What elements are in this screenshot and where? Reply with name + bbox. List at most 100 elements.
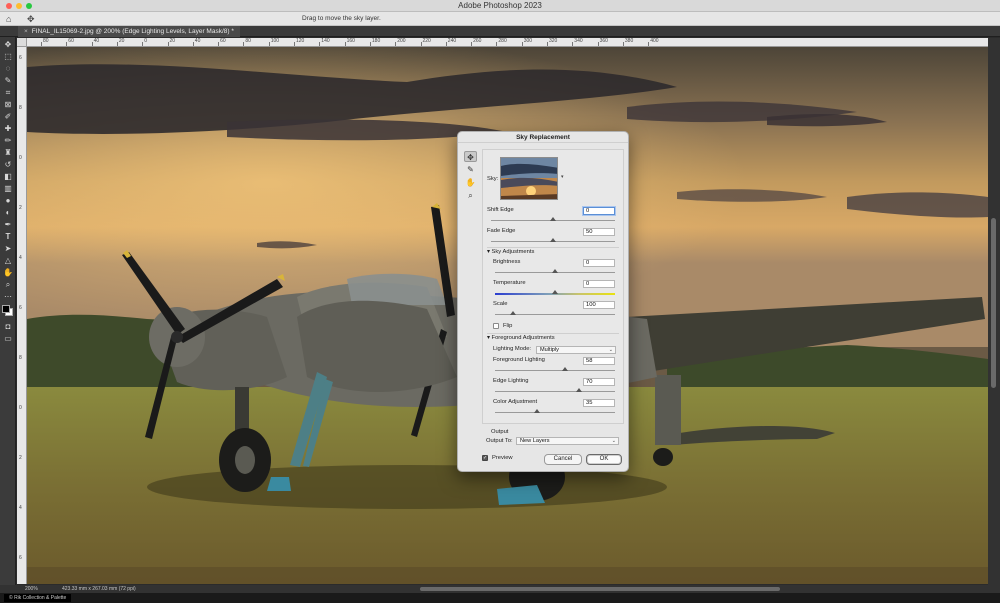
- scale-slider[interactable]: [495, 311, 615, 315]
- color-adjustment-knob[interactable]: [534, 409, 540, 413]
- foreground-lighting-slider[interactable]: [495, 367, 615, 371]
- dodge-icon[interactable]: ◐: [3, 208, 13, 218]
- more-icon[interactable]: ⋯: [3, 292, 13, 302]
- foreground-lighting-input[interactable]: 58: [583, 357, 615, 365]
- temperature-label: Temperature: [493, 280, 526, 286]
- sky-move-tool-icon[interactable]: ✥: [464, 151, 477, 162]
- scale-knob[interactable]: [510, 311, 516, 315]
- type-icon[interactable]: T: [3, 232, 13, 242]
- edge-lighting-slider[interactable]: [495, 388, 615, 392]
- shift-edge-input[interactable]: 0: [583, 207, 615, 215]
- lighting-mode-select[interactable]: Multiply ⌄: [536, 346, 616, 354]
- window-title: Adobe Photoshop 2023: [458, 1, 542, 10]
- foreground-lighting-knob[interactable]: [561, 367, 568, 371]
- output-to-label: Output To:: [486, 438, 513, 444]
- ruler-tick-label: 8: [19, 105, 22, 111]
- ok-button[interactable]: OK: [586, 454, 622, 465]
- marquee-icon[interactable]: ⬚: [3, 52, 13, 62]
- zoom-icon[interactable]: ⌕: [464, 190, 477, 201]
- ruler-tick-label: 400: [650, 38, 659, 44]
- temperature-knob[interactable]: [552, 290, 558, 294]
- eyedropper-icon[interactable]: ✐: [3, 112, 13, 122]
- brush-icon[interactable]: ✏: [3, 136, 13, 146]
- close-tab-icon[interactable]: ×: [24, 28, 28, 35]
- edge-lighting-label: Edge Lighting: [493, 378, 529, 384]
- color-adjustment-slider[interactable]: [495, 409, 615, 413]
- screen-mode-icon[interactable]: ▭: [3, 334, 13, 344]
- ruler-tick-label: 140: [321, 38, 330, 44]
- dialog-tools: ✥ ✎ ✋ ⌕: [464, 151, 478, 203]
- path-select-icon[interactable]: ➤: [3, 244, 13, 254]
- ruler-tick-label: 360: [599, 38, 608, 44]
- vertical-scroll-thumb[interactable]: [991, 218, 996, 388]
- window-controls: [6, 3, 32, 9]
- temperature-slider[interactable]: [495, 290, 615, 295]
- ruler-tick-label: 2: [19, 455, 22, 461]
- lighting-mode-label: Lighting Mode:: [493, 346, 532, 352]
- sky-replacement-dialog: Sky Replacement ✥ ✎ ✋ ⌕ Sky: ▾ Shift Edg…: [457, 131, 629, 472]
- ruler-tick-label: 340: [574, 38, 583, 44]
- move-tool-icon[interactable]: ✥: [3, 40, 13, 50]
- pen-icon[interactable]: ✒: [3, 220, 13, 230]
- brightness-knob[interactable]: [552, 269, 558, 273]
- sky-thumbnail-image: [501, 158, 557, 199]
- zoom-icon[interactable]: ⌕: [3, 280, 13, 290]
- sky-label: Sky:: [487, 176, 499, 182]
- shift-edge-label: Shift Edge: [487, 207, 514, 213]
- crop-icon[interactable]: ⌗: [3, 88, 13, 98]
- brightness-slider[interactable]: [495, 269, 615, 273]
- spot-heal-icon[interactable]: ✚: [3, 124, 13, 134]
- ruler-left[interactable]: 6 8 0 2 4 6 8 0 2 4 6: [17, 47, 27, 584]
- footer-strip: © Rik Collection & Palette: [0, 593, 1000, 603]
- quick-select-icon[interactable]: ✎: [3, 76, 13, 86]
- blur-icon[interactable]: ●: [3, 196, 13, 206]
- minimize-window-button[interactable]: [16, 3, 22, 9]
- close-window-button[interactable]: [6, 3, 12, 9]
- fade-edge-slider[interactable]: [491, 238, 615, 242]
- shape-icon[interactable]: △: [3, 256, 13, 266]
- ruler-tick-label: 320: [549, 38, 558, 44]
- document-tab-bar: × FINAL_IL15069-2.jpg @ 200% (Edge Lighti…: [0, 26, 1000, 37]
- zoom-level[interactable]: 200%: [25, 585, 38, 593]
- foreground-adjustments-header[interactable]: ▾ Foreground Adjustments: [487, 335, 555, 342]
- eraser-icon[interactable]: ◧: [3, 172, 13, 182]
- edge-lighting-input[interactable]: 70: [583, 378, 615, 386]
- cancel-button[interactable]: Cancel: [544, 454, 582, 465]
- foreground-color-swatch[interactable]: [2, 305, 10, 313]
- hand-icon[interactable]: ✋: [3, 268, 13, 278]
- home-icon[interactable]: ⌂: [6, 14, 16, 24]
- fade-edge-input[interactable]: 50: [583, 228, 615, 236]
- hand-icon[interactable]: ✋: [464, 177, 477, 188]
- gradient-icon[interactable]: ▥: [3, 184, 13, 194]
- shift-edge-knob[interactable]: [550, 217, 556, 221]
- sky-brush-icon[interactable]: ✎: [464, 164, 477, 175]
- scale-input[interactable]: 100: [583, 301, 615, 309]
- color-adjustment-input[interactable]: 35: [583, 399, 615, 407]
- flip-checkbox[interactable]: [493, 323, 499, 329]
- ruler-top[interactable]: 80 60 40 20 0 20 40 60 80 100 120 140 160 180 200 220 24…: [27, 38, 988, 47]
- zoom-window-button[interactable]: [26, 3, 32, 9]
- history-brush-icon[interactable]: ↺: [3, 160, 13, 170]
- preview-checkbox[interactable]: ✓: [482, 455, 488, 461]
- brightness-input[interactable]: 0: [583, 259, 615, 267]
- temperature-input[interactable]: 0: [583, 280, 615, 288]
- fade-edge-knob[interactable]: [550, 238, 556, 242]
- edge-lighting-knob[interactable]: [576, 388, 582, 392]
- move-tool-icon[interactable]: ✥: [27, 14, 35, 24]
- shift-edge-slider[interactable]: [491, 217, 615, 221]
- clone-stamp-icon[interactable]: ♜: [3, 148, 13, 158]
- ruler-tick-label: 280: [498, 38, 507, 44]
- lasso-icon[interactable]: ◌: [3, 64, 13, 74]
- sky-preset-thumbnail[interactable]: [500, 157, 558, 200]
- quick-mask-icon[interactable]: ◘: [3, 322, 13, 332]
- frame-icon[interactable]: ⊠: [3, 100, 13, 110]
- vertical-scrollbar[interactable]: [988, 38, 1000, 585]
- sky-adjustments-header[interactable]: ▾ Sky Adjustments: [487, 249, 534, 256]
- horizontal-scroll-thumb[interactable]: [420, 587, 780, 591]
- document-tab[interactable]: × FINAL_IL15069-2.jpg @ 200% (Edge Lighti…: [18, 26, 240, 37]
- foreground-lighting-label: Foreground Lighting: [493, 357, 545, 363]
- output-to-select[interactable]: New Layers ⌄: [516, 437, 619, 445]
- sky-chevron-down-icon[interactable]: ▾: [561, 174, 564, 180]
- ruler-tick-label: 120: [296, 38, 305, 44]
- flip-label: Flip: [503, 323, 513, 329]
